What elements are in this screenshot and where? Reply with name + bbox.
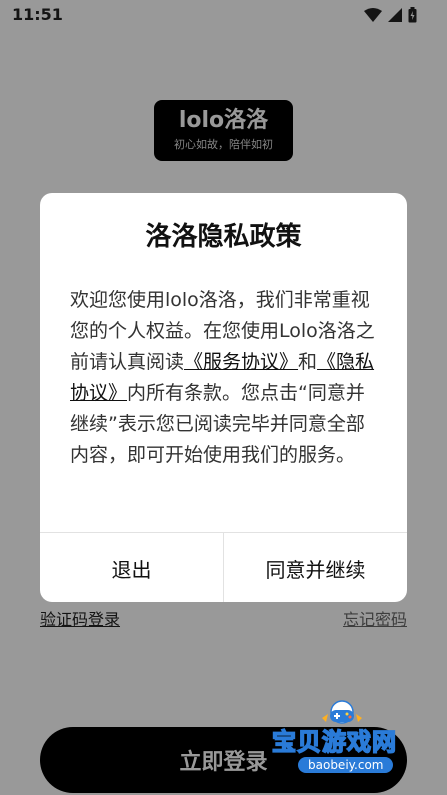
dialog-body: 欢迎您使用lolo洛洛，我们非常重视您的个人权益。在您使用Lolo洛洛之前请认真… xyxy=(70,285,379,471)
privacy-dialog: 洛洛隐私政策 欢迎您使用lolo洛洛，我们非常重视您的个人权益。在您使用Lolo… xyxy=(40,193,407,602)
watermark-url: baobeiy.com xyxy=(298,757,394,773)
agree-continue-button[interactable]: 同意并继续 xyxy=(224,533,407,602)
exit-button[interactable]: 退出 xyxy=(40,533,224,602)
dialog-title: 洛洛隐私政策 xyxy=(145,222,302,252)
service-agreement-link[interactable]: 《服务协议》 xyxy=(184,351,298,373)
watermark: 宝贝游戏网 baobeiy.com xyxy=(268,698,418,778)
dialog-body-text-2: 和 xyxy=(298,351,318,373)
watermark-text: 宝贝游戏网 xyxy=(271,727,397,757)
dialog-actions: 退出 同意并继续 xyxy=(40,532,407,602)
